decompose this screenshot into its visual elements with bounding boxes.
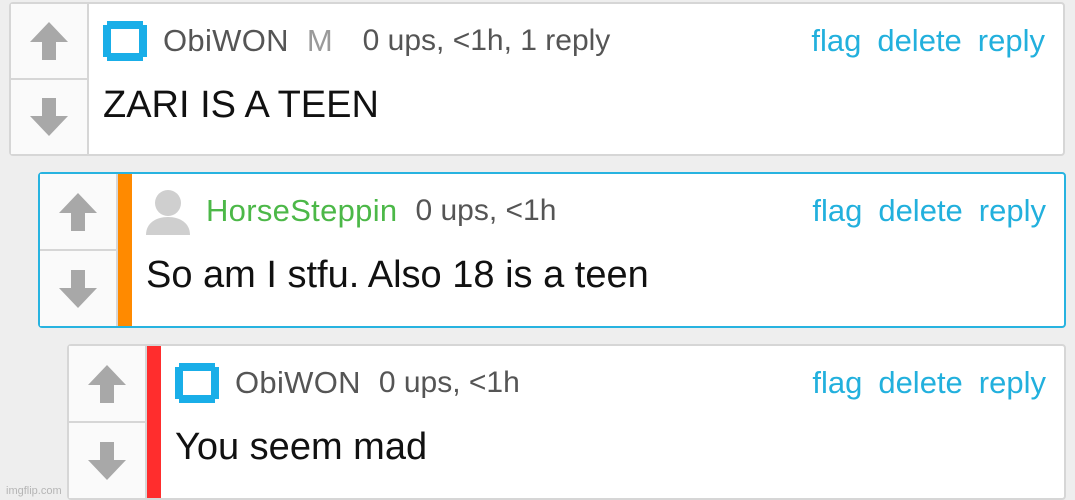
flag-link[interactable]: flag [812, 365, 862, 401]
flag-link[interactable]: flag [811, 23, 861, 59]
avatar[interactable] [142, 185, 194, 237]
reply-link[interactable]: reply [978, 23, 1045, 59]
square-avatar-icon [175, 363, 219, 403]
flag-link[interactable]: flag [812, 193, 862, 229]
depth-bar [147, 346, 161, 498]
delete-link[interactable]: delete [877, 23, 961, 59]
vote-column [69, 346, 147, 498]
arrow-up-icon [88, 364, 126, 403]
avatar[interactable] [171, 357, 223, 409]
comment-actions: flag delete reply [795, 4, 1045, 78]
arrow-down-icon [59, 269, 97, 308]
avatar[interactable] [99, 15, 151, 67]
comment-text: ZARI IS A TEEN [103, 84, 379, 126]
upvote-button[interactable] [69, 346, 145, 421]
depth-bar [118, 174, 132, 326]
comment-1: ObiWON M 0 ups, <1h, 1 reply flag delete… [9, 2, 1065, 156]
delete-link[interactable]: delete [878, 193, 962, 229]
mod-badge: M [306, 23, 333, 58]
arrow-down-icon [88, 441, 126, 480]
delete-link[interactable]: delete [878, 365, 962, 401]
watermark: imgflip.com [6, 485, 62, 497]
comment-text: You seem mad [175, 426, 428, 468]
reply-link[interactable]: reply [979, 193, 1046, 229]
comment-body: ObiWON M 0 ups, <1h, 1 reply flag delete… [89, 4, 1063, 154]
downvote-button[interactable] [40, 249, 116, 326]
upvote-button[interactable] [40, 174, 116, 249]
comment-meta: 0 ups, <1h [415, 194, 557, 227]
comment-3: ObiWON 0 ups, <1h flag delete reply You … [67, 344, 1066, 500]
comment-text: So am I stfu. Also 18 is a teen [146, 254, 649, 296]
vote-column [40, 174, 118, 326]
comment-2: HorseSteppin 0 ups, <1h flag delete repl… [38, 172, 1066, 328]
default-user-icon [146, 190, 190, 235]
username[interactable]: ObiWON [163, 23, 289, 59]
comment-actions: flag delete reply [796, 346, 1046, 420]
upvote-button[interactable] [11, 4, 87, 78]
username[interactable]: HorseSteppin [206, 193, 397, 229]
username[interactable]: ObiWON [235, 365, 361, 401]
comment-body: HorseSteppin 0 ups, <1h flag delete repl… [132, 174, 1064, 326]
square-avatar-icon [103, 21, 147, 61]
vote-column [11, 4, 89, 154]
arrow-up-icon [30, 22, 68, 60]
comment-body: ObiWON 0 ups, <1h flag delete reply You … [161, 346, 1064, 498]
downvote-button[interactable] [11, 78, 87, 154]
comment-actions: flag delete reply [796, 174, 1046, 248]
arrow-down-icon [30, 98, 68, 136]
comment-meta: 0 ups, <1h, 1 reply [362, 24, 611, 57]
arrow-up-icon [59, 192, 97, 231]
downvote-button[interactable] [69, 421, 145, 498]
reply-link[interactable]: reply [979, 365, 1046, 401]
comment-meta: 0 ups, <1h [378, 366, 520, 399]
